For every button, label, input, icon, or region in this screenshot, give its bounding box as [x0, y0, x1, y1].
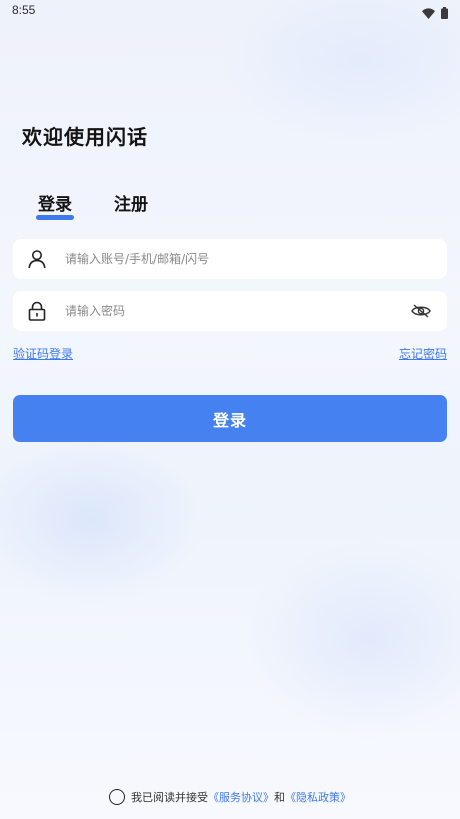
forgot-password-link[interactable]: 忘记密码	[399, 345, 447, 362]
agreement: 我已阅读并接受 《服务协议》 和 《隐私政策》	[0, 789, 460, 805]
privacy-policy-link[interactable]: 《隐私政策》	[285, 789, 351, 805]
lock-icon	[26, 300, 48, 322]
auth-tabs: 登录 注册	[36, 190, 148, 220]
service-agreement-link[interactable]: 《服务协议》	[208, 789, 274, 805]
user-icon	[26, 248, 48, 270]
status-bar: 8:55	[0, 0, 460, 22]
agreement-prefix: 我已阅读并接受	[131, 791, 208, 804]
agreement-checkbox[interactable]	[109, 789, 125, 805]
status-time: 8:55	[12, 3, 36, 17]
tab-login-label: 登录	[38, 195, 72, 215]
battery-icon	[441, 4, 448, 23]
password-input-row	[13, 291, 447, 331]
wifi-icon	[422, 4, 435, 23]
tab-active-indicator	[36, 215, 74, 220]
welcome-title: 欢迎使用闪话	[22, 125, 148, 149]
eye-hidden-icon[interactable]	[410, 300, 432, 322]
sms-login-link[interactable]: 验证码登录	[13, 345, 73, 362]
tab-register[interactable]: 注册	[114, 190, 148, 215]
account-input[interactable]	[63, 243, 447, 275]
password-input[interactable]	[63, 295, 410, 327]
login-button[interactable]: 登录	[13, 395, 447, 442]
agreement-joiner: 和	[274, 791, 285, 804]
account-input-row	[13, 239, 447, 279]
tab-login[interactable]: 登录	[36, 190, 74, 220]
tab-register-label: 注册	[114, 195, 148, 215]
status-icons	[422, 4, 448, 23]
